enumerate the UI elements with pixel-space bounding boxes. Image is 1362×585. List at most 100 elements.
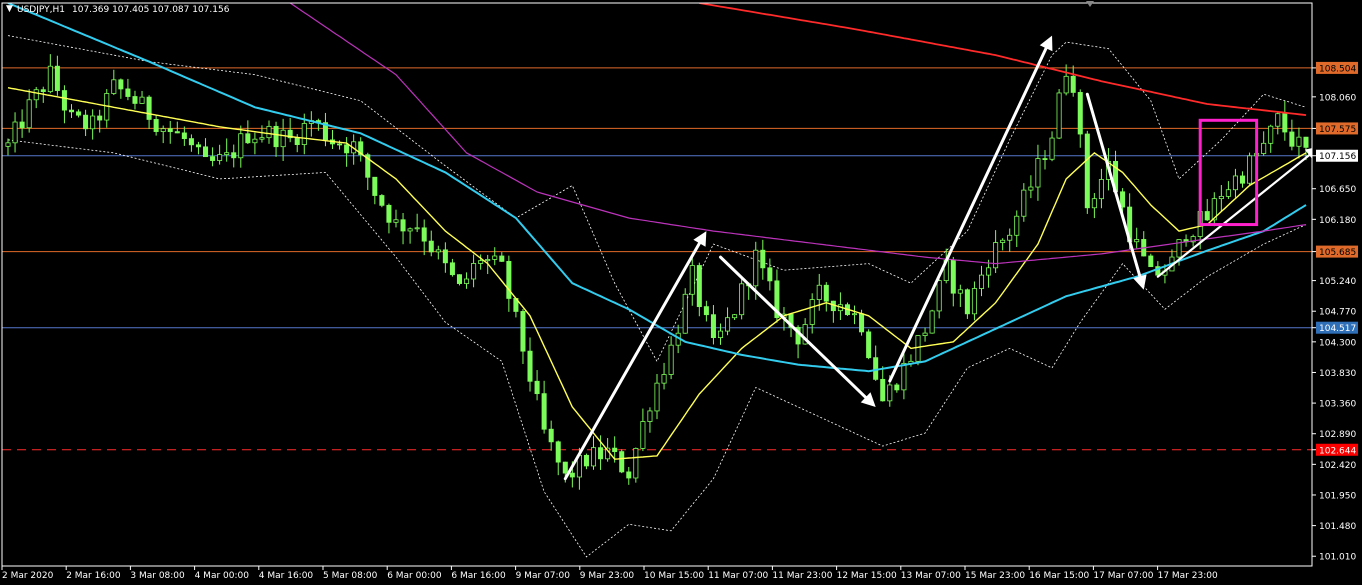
x-tick-label-11: 11 Mar 07:00 <box>708 571 768 581</box>
header-triangle-icon[interactable]: ▼ <box>6 4 13 14</box>
candle-body-135 <box>957 289 963 294</box>
candle-body-130 <box>922 332 928 336</box>
x-tick-label-0: 2 Mar 2020 <box>2 571 54 581</box>
candle-body-134 <box>950 259 956 294</box>
chart-background <box>0 0 1362 585</box>
candle-body-150 <box>1063 75 1069 94</box>
candle-body-39 <box>280 129 286 148</box>
candle-body-58 <box>414 227 420 230</box>
candle-body-42 <box>301 123 307 145</box>
candle-body-152 <box>1077 92 1083 135</box>
candle-body-154 <box>1091 198 1097 209</box>
candle-body-108 <box>767 267 773 282</box>
candle-body-6 <box>47 65 53 93</box>
candle-body-0 <box>5 142 11 147</box>
candle-body-120 <box>852 313 858 316</box>
candle-body-122 <box>866 331 872 359</box>
x-tick-label-18: 17 Mar 23:00 <box>1158 571 1218 581</box>
candle-body-21 <box>153 119 159 132</box>
candle-body-126 <box>894 384 900 391</box>
candle-body-2 <box>19 121 25 129</box>
candle-body-38 <box>273 125 279 148</box>
candle-body-136 <box>964 289 970 315</box>
candle-body-139 <box>986 267 992 276</box>
candle-body-26 <box>188 138 194 146</box>
candle-body-76 <box>541 393 547 430</box>
candle-body-30 <box>217 154 223 161</box>
candle-body-162 <box>1148 255 1154 268</box>
candle-body-181 <box>1282 113 1288 133</box>
candle-body-25 <box>181 132 187 140</box>
candle-body-1 <box>12 121 18 144</box>
x-tick-label-13: 12 Mar 15:00 <box>837 571 897 581</box>
x-tick-label-2: 3 Mar 08:00 <box>130 571 185 581</box>
candle-body-116 <box>823 284 829 302</box>
y-tick-label-1: 108.060 <box>1319 93 1356 103</box>
candle-body-34 <box>245 133 251 144</box>
candle-body-33 <box>238 133 244 159</box>
candle-body-176 <box>1247 155 1253 184</box>
candle-body-84 <box>598 447 604 460</box>
candle-body-87 <box>619 451 625 473</box>
candle-body-158 <box>1120 191 1126 208</box>
candle-body-100 <box>710 314 716 339</box>
candle-body-75 <box>534 380 540 395</box>
y-tick-label-16: 101.950 <box>1319 491 1356 501</box>
candle-body-59 <box>421 227 427 242</box>
candle-body-4 <box>33 89 39 101</box>
candle-body-123 <box>873 357 879 380</box>
candle-body-15 <box>111 79 117 94</box>
symbol-label: USDJPY,H1 <box>17 5 65 15</box>
candle-body-179 <box>1268 125 1274 144</box>
candle-body-7 <box>54 65 60 91</box>
candle-body-57 <box>407 228 413 232</box>
x-tick-label-10: 10 Mar 15:00 <box>644 571 704 581</box>
candle-body-160 <box>1134 239 1140 243</box>
candle-body-86 <box>612 447 618 453</box>
y-tick-label-4: 106.650 <box>1319 185 1356 195</box>
x-tick-label-5: 5 Mar 08:00 <box>323 571 378 581</box>
candle-body-32 <box>231 152 237 159</box>
y-tick-label-2: 107.575 <box>1319 125 1356 135</box>
candle-body-143 <box>1014 215 1020 236</box>
candle-body-129 <box>915 335 921 362</box>
candle-body-11 <box>83 114 89 130</box>
candle-body-24 <box>174 131 180 134</box>
candle-body-63 <box>449 262 455 276</box>
candle-body-107 <box>760 249 766 269</box>
x-tick-label-6: 6 Mar 00:00 <box>387 571 442 581</box>
candle-body-10 <box>76 111 82 116</box>
candle-body-82 <box>583 454 589 467</box>
y-tick-label-12: 103.360 <box>1319 400 1356 410</box>
candle-body-53 <box>379 195 385 206</box>
candle-body-101 <box>717 330 724 339</box>
candle-body-146 <box>1035 158 1041 188</box>
x-tick-label-8: 9 Mar 07:00 <box>516 571 571 581</box>
x-tick-label-12: 11 Mar 23:00 <box>772 571 832 581</box>
candle-body-66 <box>471 263 477 280</box>
y-tick-label-11: 103.830 <box>1319 369 1356 379</box>
y-tick-label-18: 101.010 <box>1319 553 1356 563</box>
candle-body-64 <box>456 274 462 284</box>
candle-body-29 <box>210 156 216 161</box>
candle-body-13 <box>97 115 103 121</box>
candle-body-99 <box>703 306 709 316</box>
candle-body-104 <box>739 283 745 316</box>
y-tick-label-5: 106.180 <box>1319 216 1356 226</box>
candle-body-8 <box>61 90 67 111</box>
y-tick-label-14: 102.644 <box>1319 446 1356 456</box>
candle-body-62 <box>442 249 448 264</box>
candle-body-78 <box>555 441 561 463</box>
candle-body-80 <box>569 472 575 478</box>
candle-body-56 <box>400 219 406 232</box>
x-tick-label-15: 15 Mar 23:00 <box>965 571 1025 581</box>
candle-body-3 <box>26 99 32 129</box>
candle-body-71 <box>506 260 512 299</box>
candle-body-16 <box>118 79 124 90</box>
background-rect <box>0 0 1362 585</box>
candle-body-60 <box>428 240 434 253</box>
candle-body-172 <box>1218 195 1224 200</box>
candle-body-61 <box>435 249 441 253</box>
candle-body-5 <box>40 89 46 93</box>
candle-body-175 <box>1239 175 1246 184</box>
